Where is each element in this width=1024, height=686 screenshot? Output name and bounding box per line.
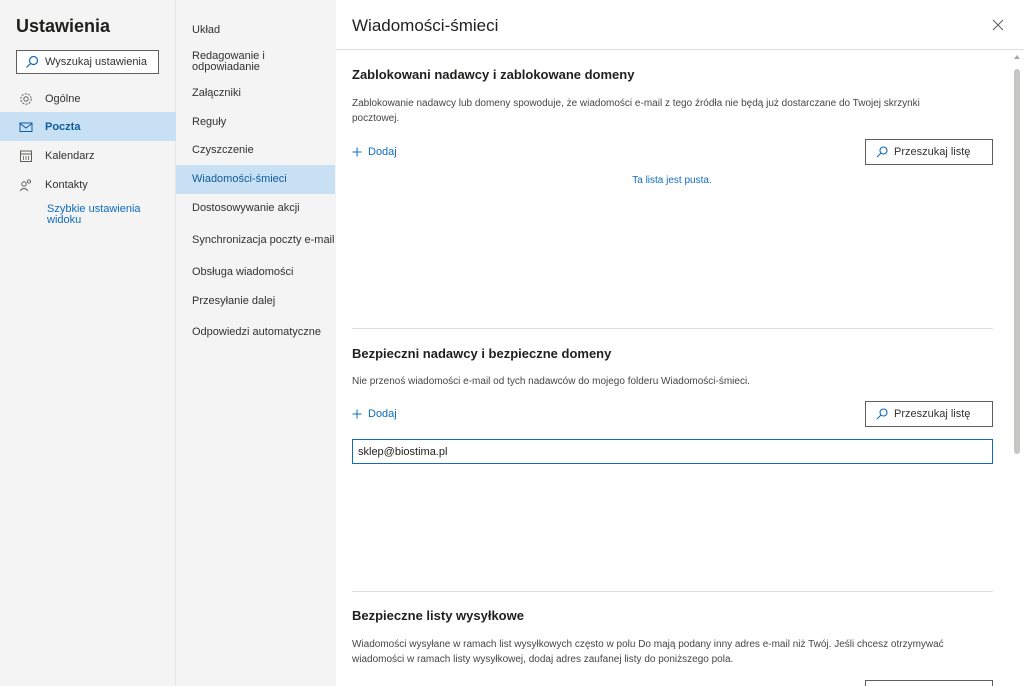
add-safe-sender-button[interactable]: Dodaj — [352, 408, 397, 420]
settings-search-input[interactable]: Wyszukaj ustawienia — [16, 50, 159, 74]
menu-item-compose[interactable]: Redagowanie i odpowiadanie — [176, 48, 335, 76]
blocked-senders-description: Zablokowanie nadawcy lub domeny spowoduj… — [352, 98, 920, 124]
menu-item-message-handling[interactable]: Obsługa wiadomości — [176, 264, 335, 280]
empty-list-message: Ta lista jest pusta. — [632, 175, 712, 186]
nav-item-calendar[interactable]: Kalendarz — [0, 141, 176, 170]
calendar-icon — [19, 149, 33, 163]
menu-item-sweep[interactable]: Czyszczenie — [176, 142, 335, 158]
section-divider — [352, 328, 993, 329]
blocked-senders-title: Zablokowani nadawcy i zablokowane domeny — [352, 67, 635, 82]
safe-search-input[interactable]: Przeszukaj listę — [865, 401, 993, 427]
add-blocked-sender-button[interactable]: Dodaj — [352, 146, 397, 158]
quick-settings-link[interactable]: Szybkie ustawienia widoku — [47, 204, 162, 226]
header-divider — [336, 49, 1024, 50]
mailing-lists-title: Bezpieczne listy wysyłkowe — [352, 608, 524, 623]
menu-item-auto-replies[interactable]: Odpowiedzi automatyczne — [176, 318, 335, 346]
plus-icon — [352, 409, 362, 419]
people-icon — [19, 178, 33, 192]
search-icon — [25, 55, 39, 69]
nav-item-label: Kalendarz — [45, 149, 95, 162]
safe-senders-title: Bezpieczni nadawcy i bezpieczne domeny — [352, 346, 612, 361]
junk-settings-panel: Wiadomości-śmieci Zablokowani nadawcy i … — [336, 0, 1024, 686]
nav-item-label: Ogólne — [45, 92, 81, 105]
add-label: Dodaj — [368, 146, 397, 158]
search-list-label: Przeszukaj listę — [894, 408, 971, 420]
search-icon — [876, 146, 888, 158]
scroll-thumb[interactable] — [1014, 69, 1020, 454]
settings-sidebar: Ustawienia Wyszukaj ustawienia Ogólne Po… — [0, 0, 176, 686]
section-divider — [352, 591, 993, 592]
panel-title: Wiadomości-śmieci — [352, 16, 499, 35]
nav-item-label: Kontakty — [45, 178, 88, 191]
menu-item-layout[interactable]: Układ — [176, 22, 335, 38]
plus-icon — [352, 147, 362, 157]
settings-search-placeholder: Wyszukaj ustawienia — [45, 56, 147, 68]
mailing-search-input[interactable] — [865, 680, 993, 686]
safe-senders-description: Nie przenoś wiadomości e-mail od tych na… — [352, 376, 750, 387]
close-icon[interactable] — [990, 17, 1006, 33]
mail-icon — [19, 120, 33, 134]
mail-settings-menu: Układ Redagowanie i odpowiadanie Załączn… — [176, 0, 336, 686]
menu-item-attachments[interactable]: Załączniki — [176, 85, 335, 101]
blocked-search-input[interactable]: Przeszukaj listę — [865, 139, 993, 165]
menu-item-junk[interactable]: Wiadomości-śmieci — [176, 165, 335, 194]
panel-scrollbar[interactable] — [1012, 55, 1022, 686]
search-icon — [876, 408, 888, 420]
nav-item-general[interactable]: Ogólne — [0, 84, 176, 113]
nav-item-mail[interactable]: Poczta — [0, 112, 176, 141]
search-list-label: Przeszukaj listę — [894, 146, 971, 158]
mailing-lists-description: Wiadomości wysyłane w ramach list wysyłk… — [352, 639, 944, 665]
settings-title: Ustawienia — [16, 16, 111, 36]
gear-icon — [19, 92, 33, 106]
scroll-up-arrow[interactable] — [1014, 55, 1020, 59]
menu-item-rules[interactable]: Reguły — [176, 114, 335, 130]
menu-item-sync[interactable]: Synchronizacja poczty e-mail — [176, 226, 335, 254]
safe-sender-entry-field[interactable] — [352, 439, 993, 464]
menu-item-forwarding[interactable]: Przesyłanie dalej — [176, 293, 335, 309]
add-label: Dodaj — [368, 408, 397, 420]
menu-item-customize-actions[interactable]: Dostosowywanie akcji — [176, 200, 335, 216]
nav-item-label: Poczta — [45, 120, 81, 133]
nav-item-contacts[interactable]: Kontakty — [0, 170, 176, 199]
